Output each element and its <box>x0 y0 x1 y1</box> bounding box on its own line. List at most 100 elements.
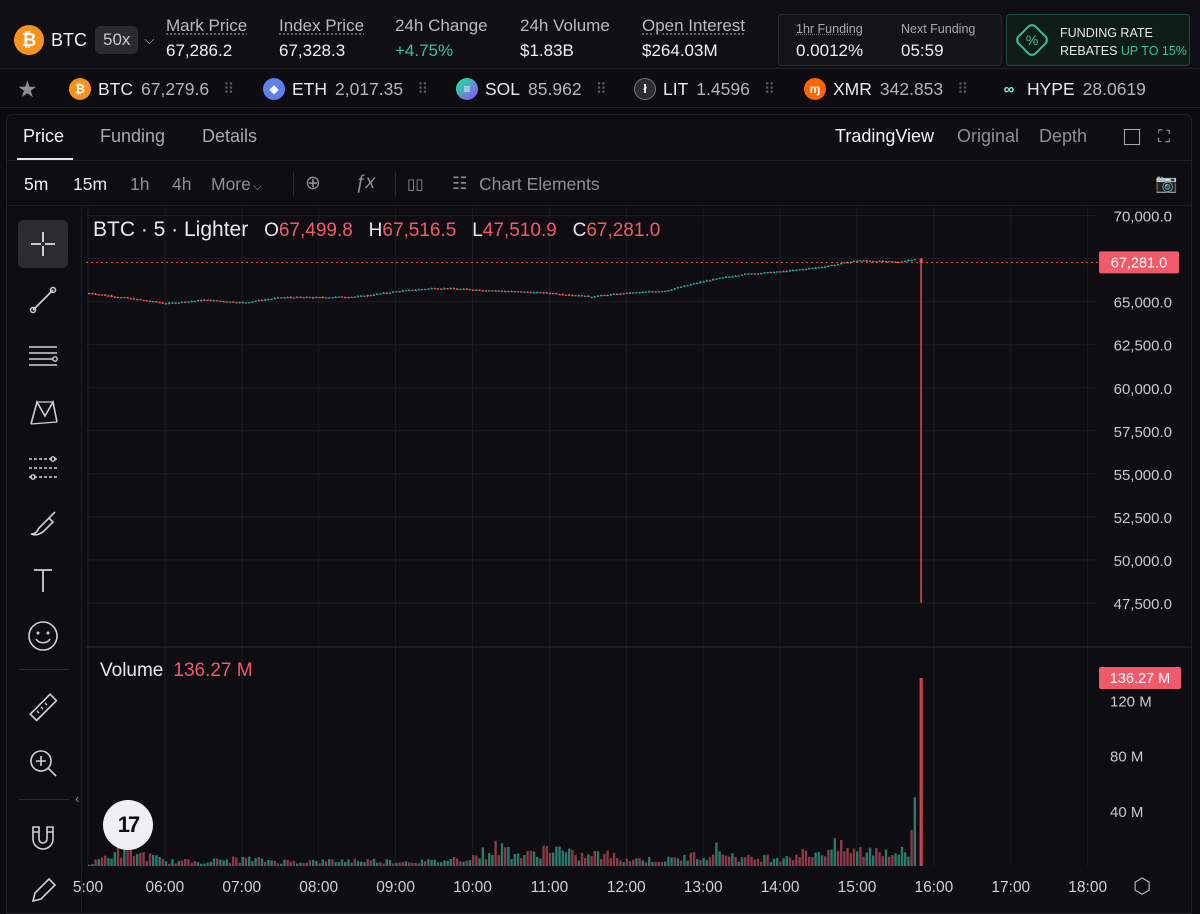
volume-bar <box>430 859 433 866</box>
volume-legend: Volume 136.27 M <box>100 660 253 682</box>
tradingview-logo[interactable]: 17 <box>103 800 153 850</box>
price-chart[interactable]: 70,000.067,500.065,000.062,500.060,000.0… <box>0 0 1200 914</box>
candle-body <box>574 295 577 297</box>
candle-body <box>126 297 129 299</box>
volume-bar <box>398 862 401 866</box>
candle-body <box>817 267 820 269</box>
candle-body <box>472 289 475 291</box>
time-tick-label: 07:00 <box>222 879 261 896</box>
legend-title: BTC · 5 · Lighter <box>93 218 249 241</box>
volume-bar <box>593 851 596 866</box>
volume-bar <box>180 860 184 866</box>
candle-body <box>881 260 884 263</box>
candle-body <box>820 267 824 269</box>
candle-body <box>363 295 366 297</box>
candle-body <box>478 289 481 291</box>
candle-body <box>507 291 510 293</box>
candle-body <box>174 302 177 304</box>
candle-body <box>462 288 465 290</box>
candle-body <box>168 302 171 304</box>
time-tick-label: 17:00 <box>991 879 1030 896</box>
volume-bar <box>152 854 155 866</box>
spike-volume-bar <box>919 678 923 866</box>
candle-body <box>577 295 580 297</box>
volume-bar <box>734 856 737 866</box>
candle-body <box>808 268 811 270</box>
volume-bar <box>254 858 257 866</box>
settings-icon[interactable]: ⬡ <box>1133 874 1151 899</box>
volume-bar <box>228 862 232 866</box>
candle-body <box>548 292 552 295</box>
volume-bar <box>404 861 408 866</box>
candle-body <box>737 275 740 277</box>
volume-bar <box>280 863 283 866</box>
candle-body <box>619 293 622 295</box>
candle-body <box>564 294 568 296</box>
candle-body <box>296 296 299 299</box>
volume-bar <box>484 859 488 866</box>
candle-body <box>350 296 353 299</box>
candle-body <box>568 294 571 296</box>
volume-bar <box>472 855 475 866</box>
candle-body <box>545 292 548 294</box>
volume-bar <box>107 857 110 866</box>
volume-bar <box>750 856 753 866</box>
volume-bar <box>513 854 516 866</box>
candle-body <box>382 292 385 294</box>
volume-bar <box>539 858 542 866</box>
volume-bar <box>494 840 497 866</box>
candle-body <box>888 261 891 263</box>
volume-bar <box>721 854 724 866</box>
volume-bar <box>862 856 865 866</box>
volume-bar <box>500 843 504 866</box>
volume-bar <box>462 861 465 866</box>
volume-bar <box>161 858 164 866</box>
volume-bar <box>632 859 635 866</box>
time-tick-label: 18:00 <box>1068 879 1107 896</box>
candle-body <box>830 265 833 267</box>
candle-body <box>763 272 766 274</box>
volume-bar <box>132 855 136 866</box>
candle-body <box>398 291 401 293</box>
volume-bar <box>609 858 612 866</box>
volume-bar <box>811 857 814 866</box>
volume-bar <box>392 863 395 866</box>
volume-bar <box>907 856 910 866</box>
candle-body <box>760 273 763 275</box>
candle-body <box>299 296 302 299</box>
volume-bar <box>238 862 241 866</box>
volume-bar <box>110 858 113 866</box>
volume-bar <box>571 849 574 866</box>
volume-bar <box>830 849 833 866</box>
price-tick-label: 47,500.0 <box>1114 596 1172 613</box>
legend-high-key: H <box>368 220 383 241</box>
candle-body <box>539 291 542 294</box>
volume-bar <box>401 862 404 866</box>
price-tick-label: 62,500.0 <box>1114 338 1172 355</box>
volume-bar <box>468 859 472 866</box>
candle-body <box>449 288 452 290</box>
volume-bar <box>900 846 904 866</box>
candle-body <box>740 274 744 276</box>
volume-bar <box>804 850 808 866</box>
volume-bar <box>164 861 168 866</box>
volume-bar <box>769 861 772 866</box>
legend-open-key: O <box>264 220 279 241</box>
volume-bar <box>347 859 350 866</box>
candle-body <box>772 271 776 274</box>
candle-body <box>347 297 350 299</box>
candle-body <box>625 292 628 294</box>
candle-body <box>616 293 619 296</box>
candle-body <box>609 294 612 296</box>
volume-bar <box>756 858 760 866</box>
candle-body <box>756 273 760 275</box>
volume-bar <box>417 863 420 866</box>
candle-body <box>443 288 446 290</box>
candle-body <box>139 299 142 301</box>
candle-body <box>424 289 427 291</box>
candle-body <box>331 297 334 299</box>
volume-bar <box>334 862 337 866</box>
candle-body <box>795 269 798 271</box>
candle-body <box>648 291 651 293</box>
candle-body <box>417 289 420 291</box>
